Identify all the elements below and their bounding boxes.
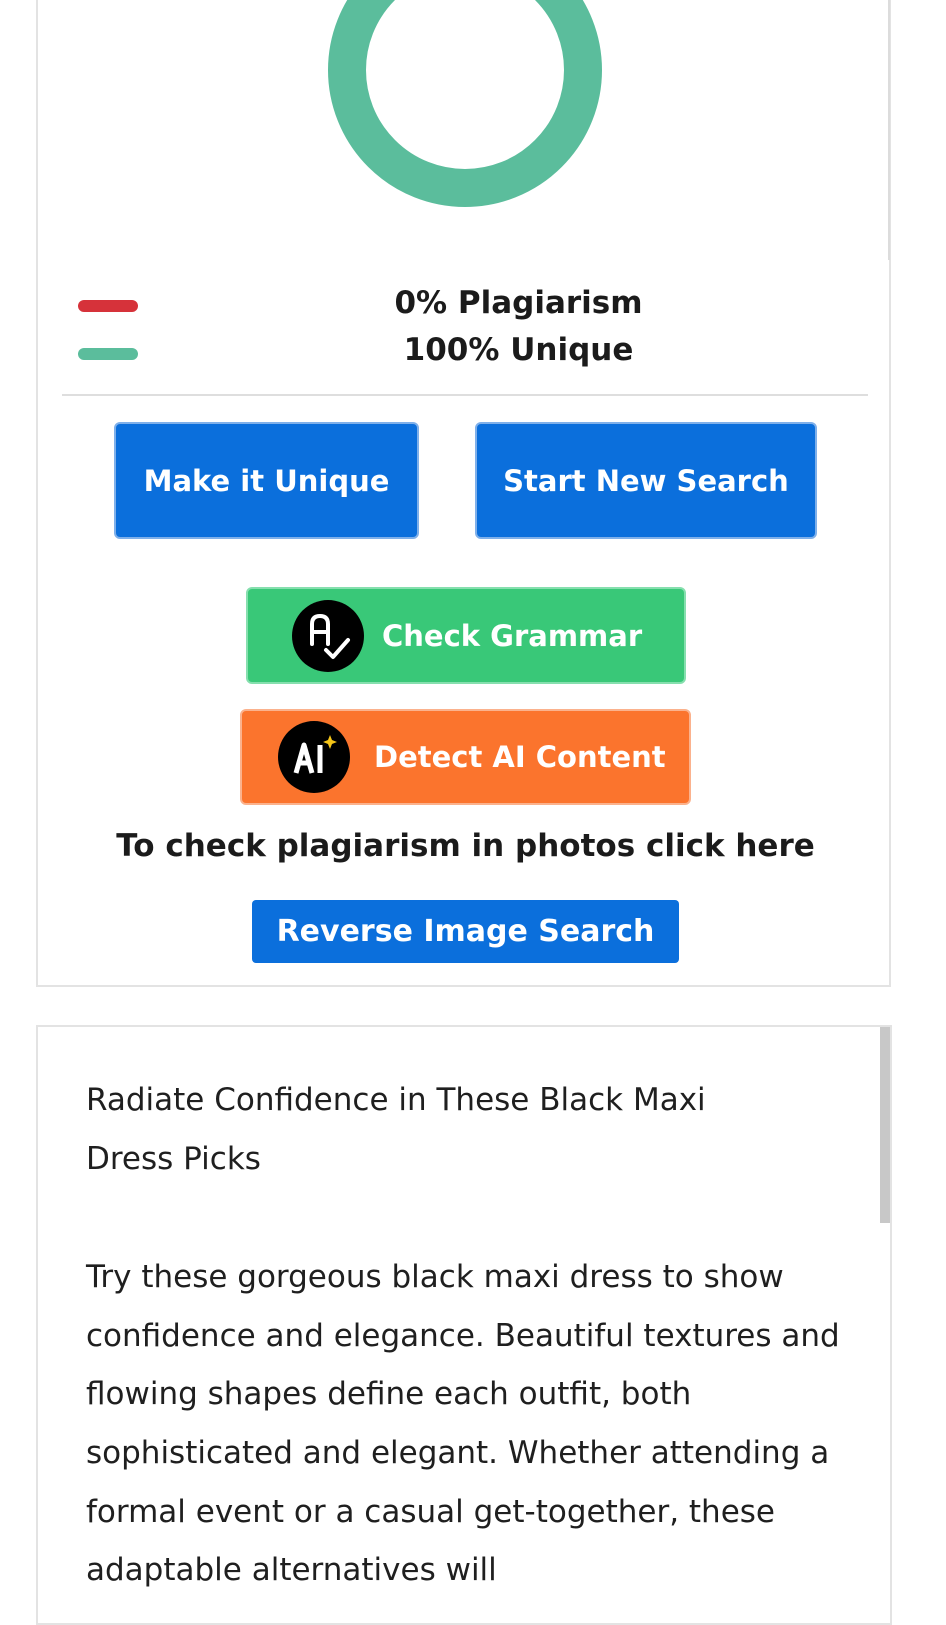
content-paragraph: Try these gorgeous black maxi dress to s… bbox=[86, 1259, 840, 1589]
unique-percentage: 100% Unique bbox=[403, 332, 634, 368]
ai-sparkle-icon bbox=[278, 721, 350, 793]
detect-ai-content-label: Detect AI Content bbox=[374, 740, 666, 774]
check-grammar-button[interactable]: Check Grammar bbox=[246, 587, 686, 684]
photo-plagiarism-prompt: To check plagiarism in photos click here bbox=[116, 828, 815, 864]
reverse-image-search-button[interactable]: Reverse Image Search bbox=[252, 900, 679, 963]
unique-ring bbox=[328, 0, 602, 207]
make-it-unique-label: Make it Unique bbox=[143, 463, 390, 498]
card-edge-line bbox=[888, 0, 890, 260]
start-new-search-label: Start New Search bbox=[503, 463, 789, 498]
scrollbar-thumb[interactable] bbox=[880, 1027, 890, 1223]
check-grammar-label: Check Grammar bbox=[382, 618, 643, 653]
plagiarism-percentage: 0% Plagiarism bbox=[394, 285, 643, 321]
checked-text-card[interactable]: Radiate Confidence in These Black Maxi D… bbox=[36, 1025, 892, 1625]
content-title: Radiate Confidence in These Black Maxi D… bbox=[86, 1082, 706, 1177]
make-it-unique-button[interactable]: Make it Unique bbox=[114, 422, 419, 539]
result-stats: 0% Plagiarism 100% Unique bbox=[38, 280, 946, 374]
divider bbox=[62, 394, 868, 396]
spellcheck-icon bbox=[292, 599, 364, 672]
start-new-search-button[interactable]: Start New Search bbox=[475, 422, 817, 539]
result-card: 0% Plagiarism 100% Unique Make it Unique… bbox=[36, 0, 891, 987]
uniqueness-ring-chart bbox=[327, 0, 603, 208]
detect-ai-content-button[interactable]: Detect AI Content bbox=[240, 709, 691, 805]
checked-text-body: Radiate Confidence in These Black Maxi D… bbox=[86, 1071, 846, 1600]
reverse-image-search-label: Reverse Image Search bbox=[276, 914, 655, 949]
